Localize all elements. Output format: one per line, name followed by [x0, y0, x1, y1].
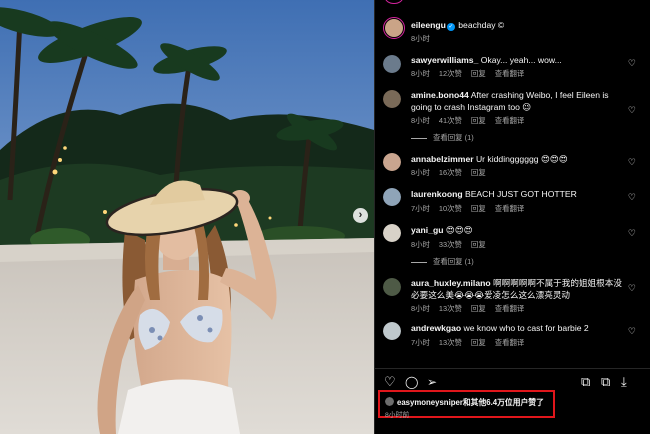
comment-username[interactable]: laurenkoong [411, 189, 463, 199]
comment-likes[interactable]: 12次赞 [439, 69, 462, 78]
comment-text: Ur kiddingggggg 😍😍😍 [475, 154, 568, 164]
comment-meta: 7小时 13次赞 回复 查看翻译 [411, 337, 533, 348]
translate-button[interactable]: 查看翻译 [495, 69, 525, 78]
comment-7: andrewkgao we know who to cast for barbi… [411, 322, 626, 334]
comment-text: 😍😍😍 [445, 225, 473, 235]
comment-time: 8小时 [411, 240, 430, 249]
comment-username[interactable]: andrewkgao [411, 323, 461, 333]
like-comment-icon[interactable]: ♡ [628, 228, 636, 239]
comment-likes[interactable]: 13次赞 [439, 338, 462, 347]
comment-meta: 8小时 41次赞 回复 查看翻译 [411, 115, 533, 126]
comment-meta: 8小时 12次赞 回复 查看翻译 [411, 68, 533, 79]
like-comment-icon[interactable]: ♡ [628, 192, 636, 203]
reply-button[interactable]: 回复 [471, 240, 486, 249]
translate-button[interactable]: 查看翻译 [495, 204, 525, 213]
reply-button[interactable]: 回复 [471, 168, 486, 177]
comment-text: Okay... yeah... wow... [480, 55, 562, 65]
commenter-avatar[interactable] [383, 322, 401, 340]
comment-4: laurenkoong BEACH JUST GOT HOTTER [411, 188, 626, 200]
comment-likes[interactable]: 13次赞 [439, 304, 462, 313]
previous-avatar-ring [385, 0, 403, 4]
actions-divider [375, 368, 650, 369]
comment-1: sawyerwilliams_ Okay... yeah... wow... [411, 54, 626, 66]
caption-time: 8小时 [411, 34, 430, 43]
comment-username[interactable]: yani_gu [411, 225, 443, 235]
post-photo: › [0, 0, 374, 434]
commenter-avatar[interactable] [383, 153, 401, 171]
view-replies-button[interactable]: 查看回复 (1) [411, 256, 474, 267]
like-comment-icon[interactable]: ♡ [628, 105, 636, 116]
comment-username[interactable]: amine.bono44 [411, 90, 469, 100]
reply-button[interactable]: 回复 [471, 116, 486, 125]
comment-meta: 8小时 13次赞 回复 查看翻译 [411, 303, 533, 314]
beach-photo-illustration [0, 0, 374, 434]
like-comment-icon[interactable]: ♡ [628, 283, 636, 294]
translate-button[interactable]: 查看翻译 [495, 116, 525, 125]
like-heart-icon[interactable]: ♡ [384, 374, 396, 390]
liker-avatar[interactable] [385, 397, 394, 406]
reply-button[interactable]: 回复 [471, 304, 486, 313]
like-comment-icon[interactable]: ♡ [628, 326, 636, 337]
collection-icon[interactable]: ⧉ [601, 374, 610, 390]
reply-button[interactable]: 回复 [471, 204, 486, 213]
comments-panel: eileengu ✓ beachday © 8小时 sawyerwilliams_… [374, 0, 650, 434]
author-username[interactable]: eileengu [411, 20, 446, 30]
commenter-avatar[interactable] [383, 90, 401, 108]
commenter-avatar[interactable] [383, 278, 401, 296]
comment-time: 8小时 [411, 168, 430, 177]
view-replies-label: 查看回复 (1) [433, 257, 474, 266]
post-timestamp: 8小时前 [385, 412, 410, 419]
commenter-avatar[interactable] [383, 55, 401, 73]
comment-bubble-icon[interactable]: ◯ [405, 374, 418, 390]
caption-text: beachday © [458, 20, 505, 30]
reply-button[interactable]: 回复 [471, 338, 486, 347]
comment-likes[interactable]: 16次赞 [439, 168, 462, 177]
comment-likes[interactable]: 33次赞 [439, 240, 462, 249]
like-comment-icon[interactable]: ♡ [628, 58, 636, 69]
commenter-avatar[interactable] [383, 224, 401, 242]
share-send-icon[interactable]: ➢ [427, 374, 437, 390]
next-photo-button[interactable]: › [353, 208, 368, 223]
comment-5: yani_gu 😍😍😍 [411, 224, 626, 236]
comment-3: annabelzimmer Ur kiddingggggg 😍😍😍 [411, 153, 626, 165]
comment-time: 8小时 [411, 116, 430, 125]
view-replies-label: 查看回复 (1) [433, 133, 474, 142]
comment-time: 8小时 [411, 304, 430, 313]
comment-text: we know who to cast for barbie 2 [463, 323, 589, 333]
comment-likes[interactable]: 10次赞 [439, 204, 462, 213]
translate-button[interactable]: 查看翻译 [495, 304, 525, 313]
reply-button[interactable]: 回复 [471, 69, 486, 78]
translate-button[interactable]: 查看翻译 [495, 338, 525, 347]
comment-username[interactable]: sawyerwilliams_ [411, 55, 478, 65]
likes-summary[interactable]: easymoneysniper和其他6.4万位用户赞了 [397, 397, 544, 408]
author-avatar[interactable] [383, 17, 405, 39]
like-comment-icon[interactable]: ♡ [628, 157, 636, 168]
verified-badge-icon: ✓ [446, 23, 455, 31]
comment-meta: 7小时 10次赞 回复 查看翻译 [411, 203, 533, 214]
commenter-avatar[interactable] [383, 188, 401, 206]
comment-6: aura_huxley.milano 啊啊啊啊啊不属于我的姐姐根本没必要这么美😭… [411, 277, 626, 301]
reels-icon[interactable]: ⧉ [581, 374, 590, 390]
post-caption: eileengu ✓ beachday © [411, 19, 641, 31]
download-icon[interactable]: ⤓ [621, 374, 627, 390]
comment-meta: 8小时 16次赞 回复 [411, 167, 495, 178]
comment-likes[interactable]: 41次赞 [439, 116, 462, 125]
view-replies-button[interactable]: 查看回复 (1) [411, 132, 474, 143]
comment-username[interactable]: annabelzimmer [411, 154, 474, 164]
post-actions-bar: ♡ ◯ ➢ ⧉ ⧉ ⤓ [375, 374, 650, 390]
comment-time: 7小时 [411, 204, 430, 213]
comment-time: 7小时 [411, 338, 430, 347]
comment-username[interactable]: aura_huxley.milano [411, 278, 491, 288]
comment-text: BEACH JUST GOT HOTTER [464, 189, 577, 199]
comment-time: 8小时 [411, 69, 430, 78]
comment-2: amine.bono44 After crashing Weibo, I fee… [411, 89, 626, 113]
comment-meta: 8小时 33次赞 回复 [411, 239, 495, 250]
